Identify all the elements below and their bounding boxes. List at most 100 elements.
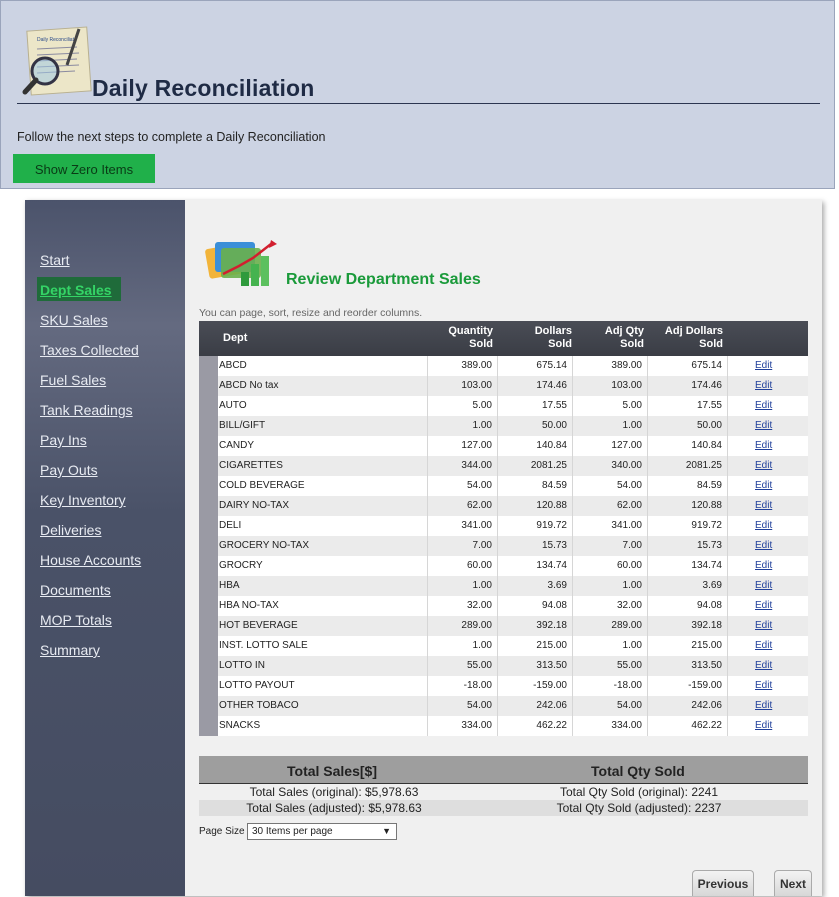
sidebar-item-start[interactable]: Start: [40, 252, 70, 268]
cell-adj-qty: 389.00: [573, 356, 648, 376]
column-header-dept[interactable]: Dept: [223, 332, 247, 345]
sidebar-item-summary[interactable]: Summary: [40, 642, 100, 658]
cell-adj-dollars: 17.55: [648, 396, 728, 416]
cell-dollars: 174.46: [498, 376, 573, 396]
cell-qty: 55.00: [428, 656, 498, 676]
cell-adj-qty: 341.00: [573, 516, 648, 536]
cell-adj-dollars: 462.22: [648, 716, 728, 736]
row-handle: [199, 556, 218, 576]
cell-adj-dollars: 3.69: [648, 576, 728, 596]
table-row: GROCRY 60.00 134.74 60.00 134.74 Edit: [199, 556, 808, 576]
cell-dollars: 15.73: [498, 536, 573, 556]
row-handle: [199, 576, 218, 596]
edit-link[interactable]: Edit: [755, 500, 772, 511]
edit-link[interactable]: Edit: [755, 560, 772, 571]
cell-adj-dollars: 392.18: [648, 616, 728, 636]
content-area: Review Department Sales You can page, so…: [185, 200, 822, 896]
sidebar-nav: Start Dept Sales SKU Sales Taxes Collect…: [25, 200, 185, 896]
edit-link[interactable]: Edit: [755, 640, 772, 651]
table-row: COLD BEVERAGE 54.00 84.59 54.00 84.59 Edit: [199, 476, 808, 496]
cell-adj-dollars: 242.06: [648, 696, 728, 716]
sidebar-item-pay-outs[interactable]: Pay Outs: [40, 462, 98, 478]
sidebar-item-mop-totals[interactable]: MOP Totals: [40, 612, 112, 628]
cell-dept: CANDY: [218, 436, 428, 456]
cell-adj-dollars: 215.00: [648, 636, 728, 656]
column-header-text: Adj Qty: [604, 325, 644, 337]
edit-link[interactable]: Edit: [755, 540, 772, 551]
cell-adj-qty: 32.00: [573, 596, 648, 616]
cell-qty: 62.00: [428, 496, 498, 516]
cell-adj-qty: 340.00: [573, 456, 648, 476]
cell-dollars: 2081.25: [498, 456, 573, 476]
column-header-quantity-sold[interactable]: Quantity Sold: [435, 325, 493, 351]
cell-qty: 289.00: [428, 616, 498, 636]
edit-link[interactable]: Edit: [755, 360, 772, 371]
sidebar-item-dept-sales[interactable]: Dept Sales: [40, 282, 112, 298]
edit-link[interactable]: Edit: [755, 520, 772, 531]
row-handle: [199, 716, 218, 736]
cell-dollars: 3.69: [498, 576, 573, 596]
edit-link[interactable]: Edit: [755, 680, 772, 691]
cell-edit: Edit: [728, 716, 808, 736]
main-panel: Start Dept Sales SKU Sales Taxes Collect…: [25, 200, 822, 896]
column-header-adj-qty-sold[interactable]: Adj Qty Sold: [580, 325, 644, 351]
cell-dollars: 919.72: [498, 516, 573, 536]
cell-edit: Edit: [728, 636, 808, 656]
edit-link[interactable]: Edit: [755, 480, 772, 491]
edit-link[interactable]: Edit: [755, 600, 772, 611]
cell-edit: Edit: [728, 536, 808, 556]
edit-link[interactable]: Edit: [755, 580, 772, 591]
edit-link[interactable]: Edit: [755, 460, 772, 471]
row-handle: [199, 416, 218, 436]
column-header-text: Sold: [699, 338, 723, 350]
cell-adj-qty: 127.00: [573, 436, 648, 456]
edit-link[interactable]: Edit: [755, 420, 772, 431]
sidebar-item-fuel-sales[interactable]: Fuel Sales: [40, 372, 106, 388]
page-size-value: 30 Items per page: [252, 826, 333, 837]
edit-link[interactable]: Edit: [755, 400, 772, 411]
page-title: Daily Reconciliation: [92, 75, 315, 101]
edit-link[interactable]: Edit: [755, 620, 772, 631]
cell-dept: SNACKS: [218, 716, 428, 736]
cell-edit: Edit: [728, 676, 808, 696]
previous-button[interactable]: Previous: [692, 870, 754, 896]
column-header-dollars-sold[interactable]: Dollars Sold: [505, 325, 572, 351]
row-handle: [199, 536, 218, 556]
table-row: LOTTO PAYOUT -18.00 -159.00 -18.00 -159.00 Ed…: [199, 676, 808, 696]
total-sales-heading: Total Sales[$]: [287, 763, 377, 779]
show-zero-items-button[interactable]: Show Zero Items: [13, 154, 155, 183]
sidebar-item-pay-ins[interactable]: Pay Ins: [40, 432, 87, 448]
cell-adj-dollars: -159.00: [648, 676, 728, 696]
edit-link[interactable]: Edit: [755, 440, 772, 451]
cell-adj-dollars: 675.14: [648, 356, 728, 376]
page-header: Daily Reconciliat Daily Reconciliation F…: [0, 0, 835, 189]
sidebar-item-taxes-collected[interactable]: Taxes Collected: [40, 342, 139, 358]
column-header-text: Adj Dollars: [664, 325, 723, 337]
sidebar-item-house-accounts[interactable]: House Accounts: [40, 552, 141, 568]
cell-qty: 1.00: [428, 576, 498, 596]
page-size-select[interactable]: 30 Items per page ▼: [247, 823, 397, 840]
sidebar-item-tank-readings[interactable]: Tank Readings: [40, 402, 133, 418]
cell-adj-dollars: 15.73: [648, 536, 728, 556]
edit-link[interactable]: Edit: [755, 700, 772, 711]
edit-link[interactable]: Edit: [755, 380, 772, 391]
sidebar-item-deliveries[interactable]: Deliveries: [40, 522, 101, 538]
logo-text: Daily Reconciliat: [37, 37, 75, 43]
next-button[interactable]: Next: [774, 870, 812, 896]
row-handle: [199, 456, 218, 476]
sidebar-item-documents[interactable]: Documents: [40, 582, 111, 598]
total-sales-original: Total Sales (original): $5,978.63: [249, 785, 419, 799]
cell-adj-qty: 1.00: [573, 636, 648, 656]
cell-qty: -18.00: [428, 676, 498, 696]
edit-link[interactable]: Edit: [755, 660, 772, 671]
edit-link[interactable]: Edit: [755, 720, 772, 731]
cell-qty: 389.00: [428, 356, 498, 376]
sidebar-item-sku-sales[interactable]: SKU Sales: [40, 312, 108, 328]
cell-qty: 60.00: [428, 556, 498, 576]
column-header-adj-dollars-sold[interactable]: Adj Dollars Sold: [655, 325, 723, 351]
sidebar-item-key-inventory[interactable]: Key Inventory: [40, 492, 126, 508]
row-handle: [199, 396, 218, 416]
cell-qty: 334.00: [428, 716, 498, 736]
cell-qty: 341.00: [428, 516, 498, 536]
row-handle: [199, 376, 218, 396]
